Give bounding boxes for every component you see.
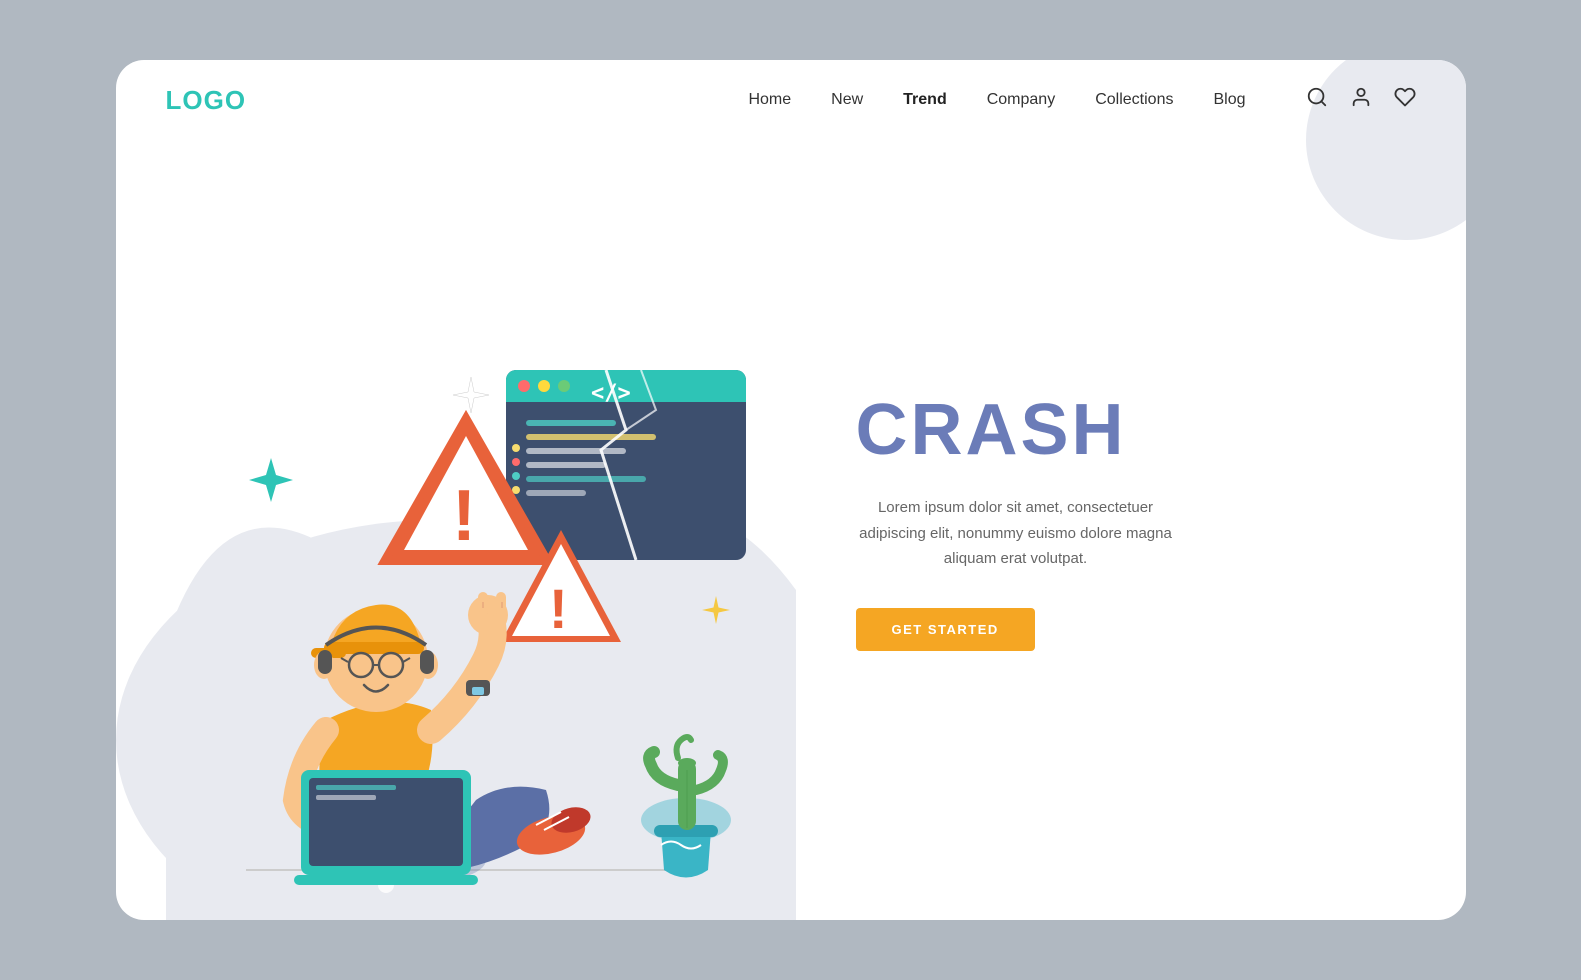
navbar: LOGO Home New Trend Company Collections … bbox=[116, 60, 1466, 140]
crash-title: CRASH bbox=[856, 389, 1127, 471]
nav-blog[interactable]: Blog bbox=[1213, 91, 1245, 108]
nav-icons bbox=[1306, 86, 1416, 114]
main-content: </> ! ! bbox=[116, 140, 1466, 920]
nav-new[interactable]: New bbox=[831, 91, 863, 108]
nav-collections[interactable]: Collections bbox=[1095, 91, 1173, 108]
svg-text:!: ! bbox=[452, 476, 476, 556]
main-card: LOGO Home New Trend Company Collections … bbox=[116, 60, 1466, 920]
search-icon[interactable] bbox=[1306, 86, 1328, 114]
nav-trend[interactable]: Trend bbox=[903, 91, 947, 108]
nav-company[interactable]: Company bbox=[987, 91, 1055, 108]
nav-home[interactable]: Home bbox=[748, 91, 791, 108]
illustration-area: </> ! ! bbox=[116, 140, 816, 920]
crash-description: Lorem ipsum dolor sit amet, consectetuer… bbox=[856, 495, 1176, 572]
svg-text:</>: </> bbox=[591, 381, 631, 406]
nav-links: Home New Trend Company Collections Blog bbox=[748, 91, 1245, 109]
heart-icon[interactable] bbox=[1394, 86, 1416, 114]
svg-text:!: ! bbox=[549, 577, 568, 640]
get-started-button[interactable]: GET STARTED bbox=[856, 608, 1035, 651]
right-content: CRASH Lorem ipsum dolor sit amet, consec… bbox=[816, 140, 1466, 920]
logo[interactable]: LOGO bbox=[166, 85, 247, 116]
user-icon[interactable] bbox=[1350, 86, 1372, 114]
